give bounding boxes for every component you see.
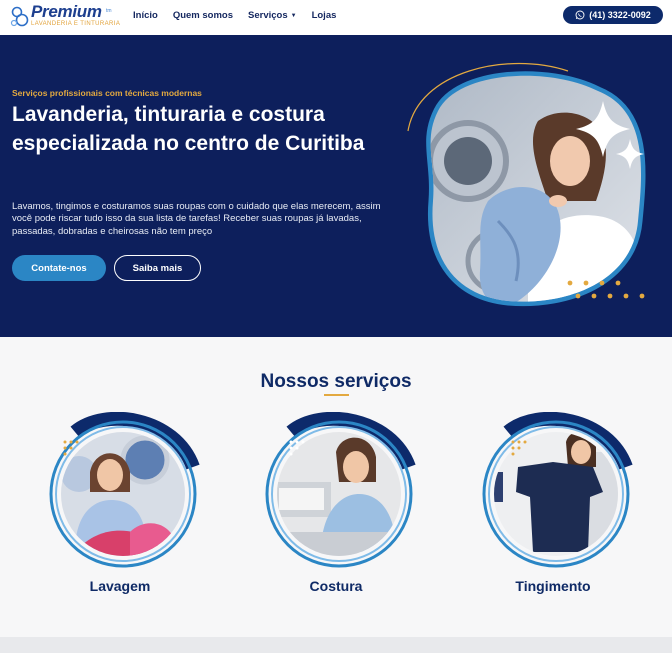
title-underline — [324, 394, 349, 396]
nav-item-label: Quem somos — [172, 10, 233, 21]
nav-item-label: Início — [133, 10, 158, 21]
services-title: Nossos serviços — [260, 371, 412, 392]
hero-kicker: Serviços profissionais com técnicas mode… — [12, 88, 202, 98]
nav-item-servicos[interactable]: Serviços ▼ — [248, 10, 297, 21]
service-name: Tingimento — [515, 578, 591, 594]
nav-item-inicio[interactable]: Início — [133, 10, 158, 21]
service-image-tingimento — [482, 412, 633, 568]
brand-tm: tm — [106, 8, 112, 14]
contact-button[interactable]: Contate-nos — [12, 255, 106, 281]
brand-name: Premium — [31, 2, 102, 21]
service-card-costura[interactable]: Costura — [251, 412, 421, 612]
nav-item-label: Lojas — [311, 10, 337, 21]
footer-strip — [0, 637, 672, 653]
bubbles-icon — [10, 6, 29, 27]
site-header: Premium tm LAVANDERIA E TINTURARIA Iníci… — [0, 0, 672, 35]
whatsapp-icon — [575, 10, 585, 20]
hero-section: Serviços profissionais com técnicas mode… — [0, 35, 672, 337]
brand-tagline: LAVANDERIA E TINTURARIA — [31, 21, 121, 27]
service-card-tingimento[interactable]: Tingimento — [468, 412, 638, 612]
phone-button[interactable]: (41) 3322-0092 — [563, 6, 663, 24]
phone-label: (41) 3322-0092 — [589, 10, 651, 20]
service-name: Lavagem — [89, 578, 151, 594]
main-nav: Início Quem somos Serviços ▼ Lojas — [133, 10, 351, 21]
service-image-lavagem — [49, 412, 200, 568]
nav-item-lojas[interactable]: Lojas — [312, 10, 337, 21]
hero-description: Lavamos, tingimos e costuramos suas roup… — [12, 201, 381, 237]
hero-image — [407, 62, 646, 307]
service-card-lavagem[interactable]: Lavagem — [35, 412, 205, 612]
caret-down-icon: ▼ — [290, 13, 297, 19]
service-image-costura — [265, 412, 416, 568]
brand-logo[interactable]: Premium tm LAVANDERIA E TINTURARIA — [10, 2, 130, 32]
nav-item-label: Serviços — [248, 10, 288, 21]
service-name: Costura — [309, 578, 363, 594]
hero-title: Lavanderia, tinturaria e costura especia… — [12, 103, 365, 155]
nav-item-quem-somos[interactable]: Quem somos — [173, 10, 233, 21]
services-section: Nossos serviços Lavagem Costura Tingimen… — [0, 337, 672, 637]
learn-more-button[interactable]: Saiba mais — [114, 255, 201, 281]
